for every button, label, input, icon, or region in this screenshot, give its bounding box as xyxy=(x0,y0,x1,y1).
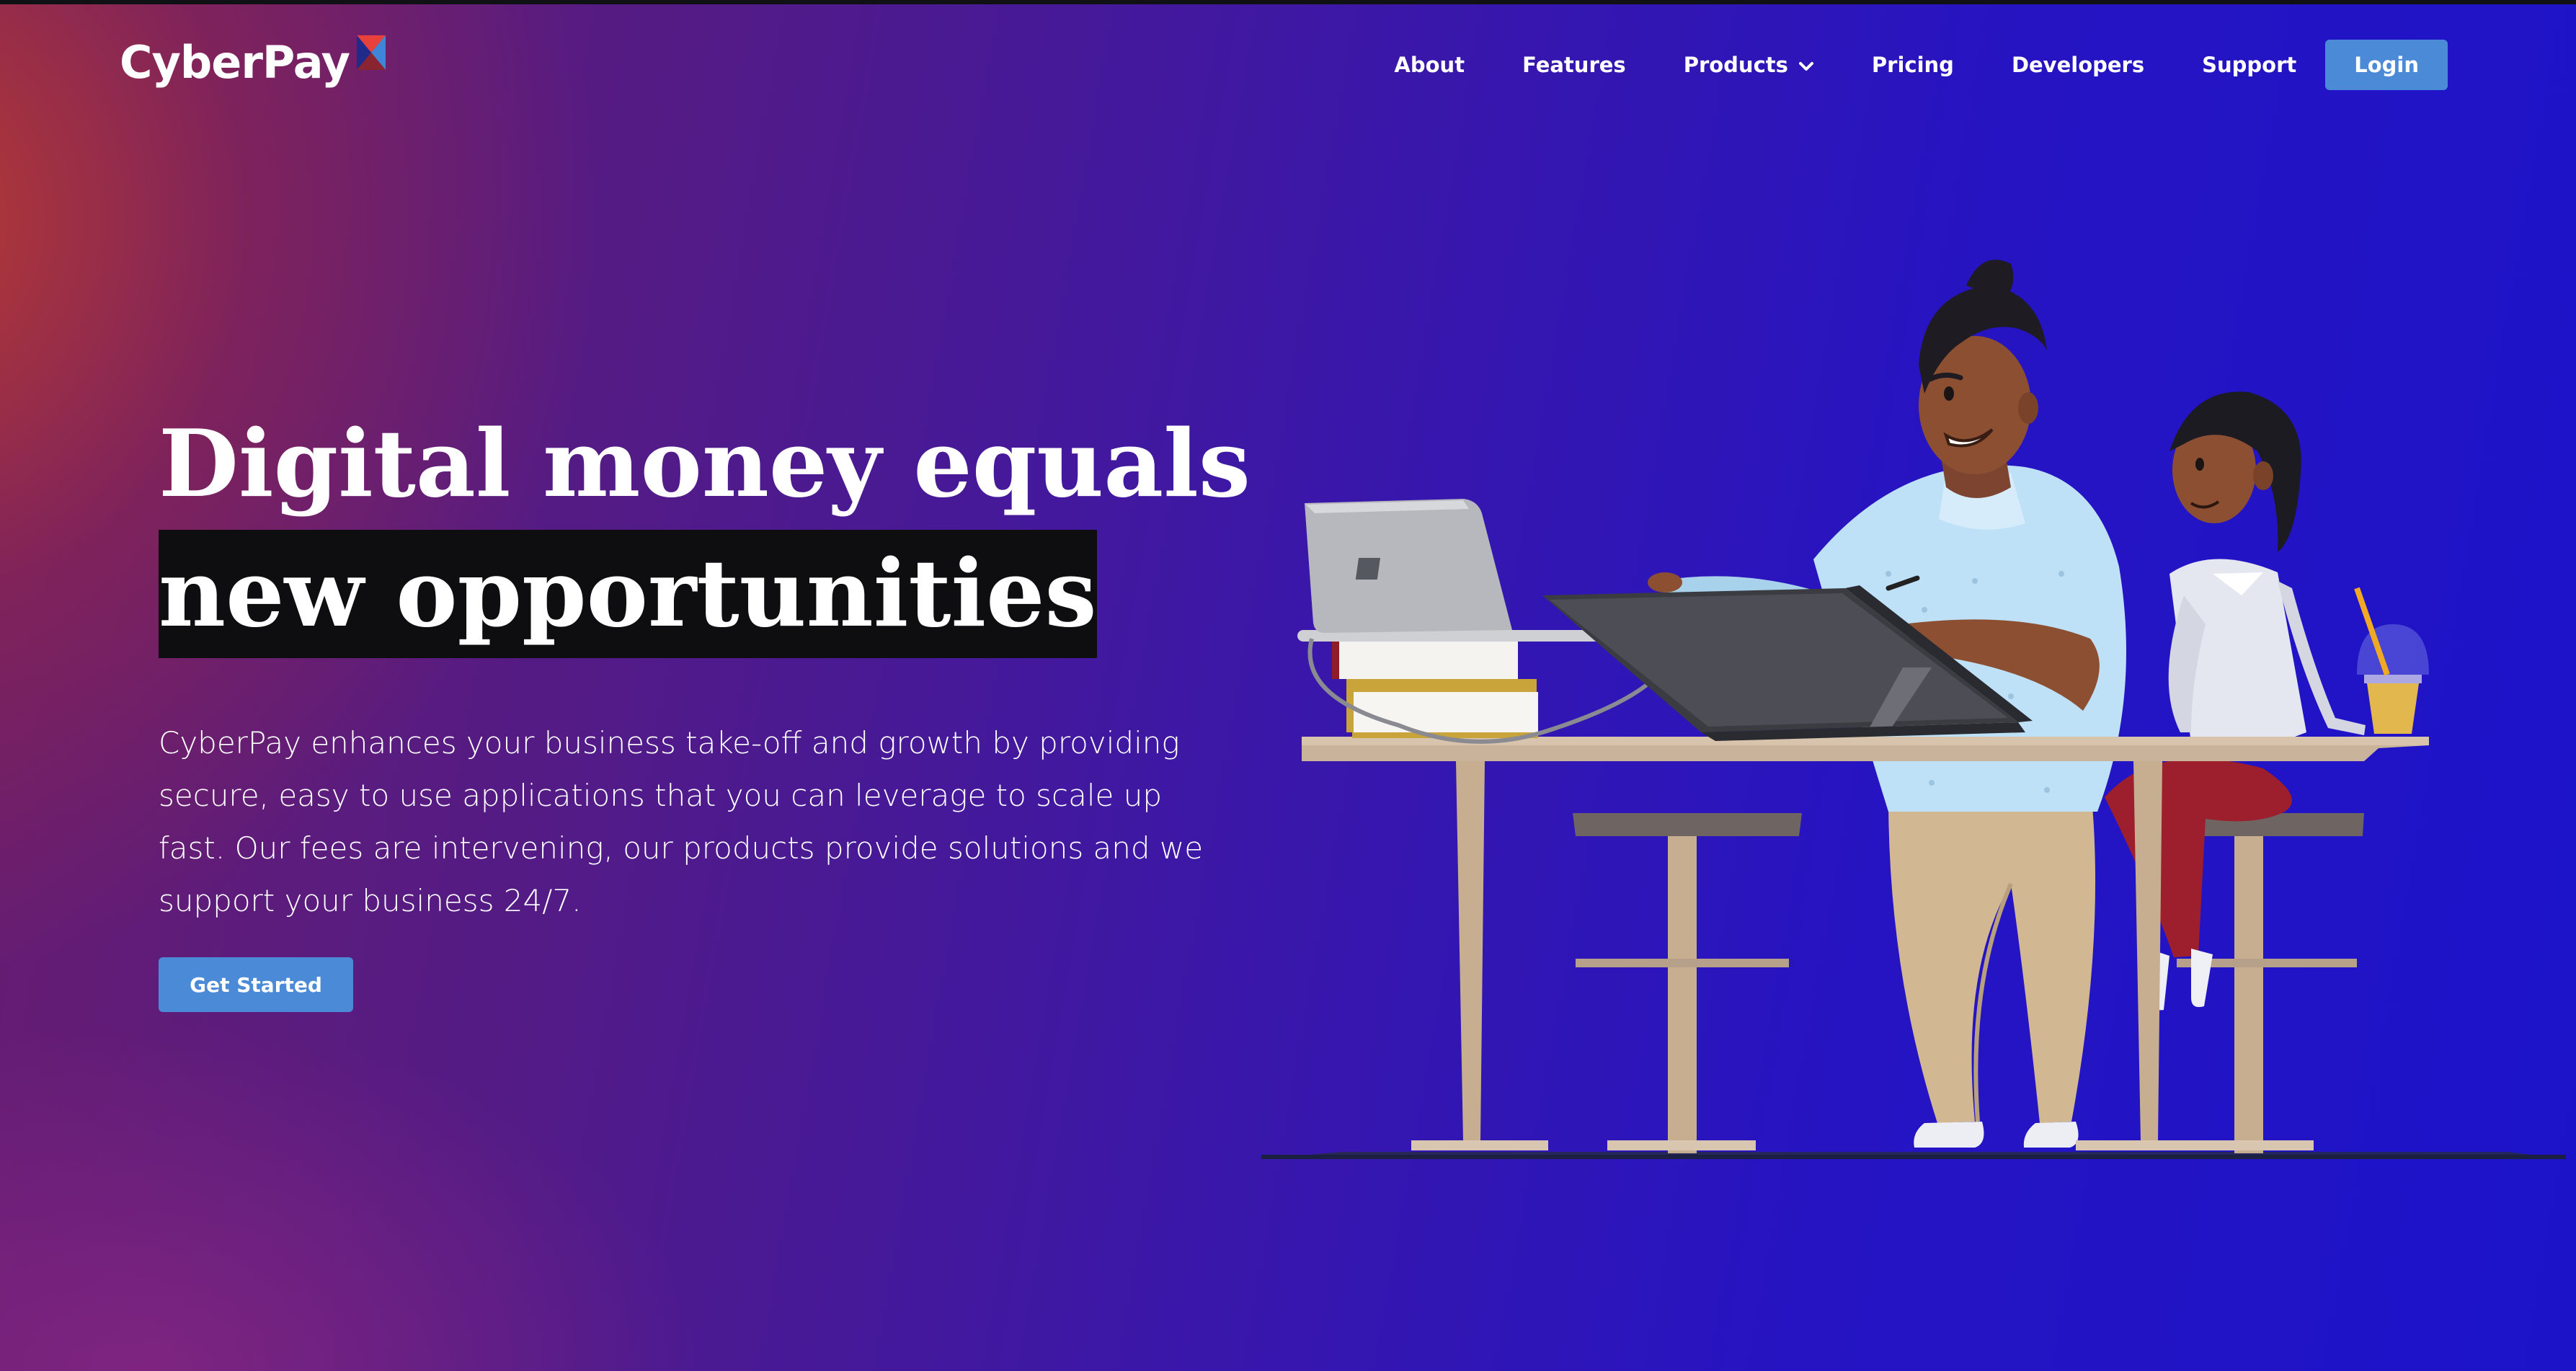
get-started-button[interactable]: Get Started xyxy=(159,957,353,1012)
nav-item-label: Products xyxy=(1683,53,1788,77)
brand-logo[interactable]: CyberPay xyxy=(120,33,388,91)
nav-item-label: Pricing xyxy=(1871,53,1954,77)
nav-item-developers[interactable]: Developers xyxy=(2012,53,2144,77)
hero-section: CyberPay About Features Products Pricing… xyxy=(0,4,2576,1371)
chevron-down-icon xyxy=(1798,62,1813,71)
nav-item-about[interactable]: About xyxy=(1394,53,1465,77)
coworkers-illustration-icon xyxy=(1261,259,2566,1159)
nav-item-label: About xyxy=(1394,53,1465,77)
nav-item-features[interactable]: Features xyxy=(1522,53,1626,77)
window-top-edge xyxy=(0,0,2576,4)
login-button[interactable]: Login xyxy=(2325,40,2448,90)
nav-item-label: Developers xyxy=(2011,53,2145,77)
headline-line-2-highlighted: new opportunities xyxy=(159,530,1097,658)
nav-item-pricing[interactable]: Pricing xyxy=(1872,53,1954,77)
cyberpay-logo-mark-icon xyxy=(357,35,386,70)
main-nav: About Features Products Pricing Develope… xyxy=(1394,39,2448,91)
brand-name: CyberPay xyxy=(120,35,350,89)
hero-headline: Digital money equals new opportunities xyxy=(159,399,1251,659)
nav-item-label: Features xyxy=(1522,53,1626,77)
headline-line-1: Digital money equals xyxy=(159,410,1251,518)
nav-item-support[interactable]: Support xyxy=(2202,53,2296,77)
nav-item-products[interactable]: Products xyxy=(1684,53,1814,77)
hero-description: CyberPay enhances your business take-off… xyxy=(159,725,1204,918)
nav-item-label: Support xyxy=(2202,53,2297,77)
